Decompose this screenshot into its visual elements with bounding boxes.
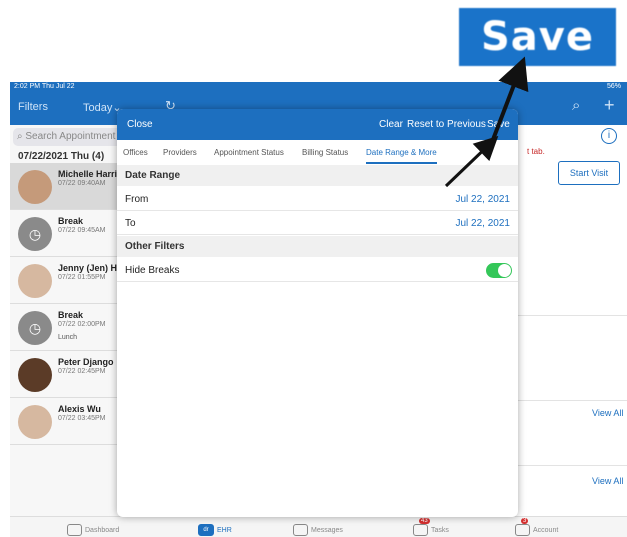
annotation-arrow-to-save — [444, 135, 499, 188]
annotation-arrow-to-zoom — [487, 56, 529, 151]
annotation-arrows — [444, 56, 529, 188]
